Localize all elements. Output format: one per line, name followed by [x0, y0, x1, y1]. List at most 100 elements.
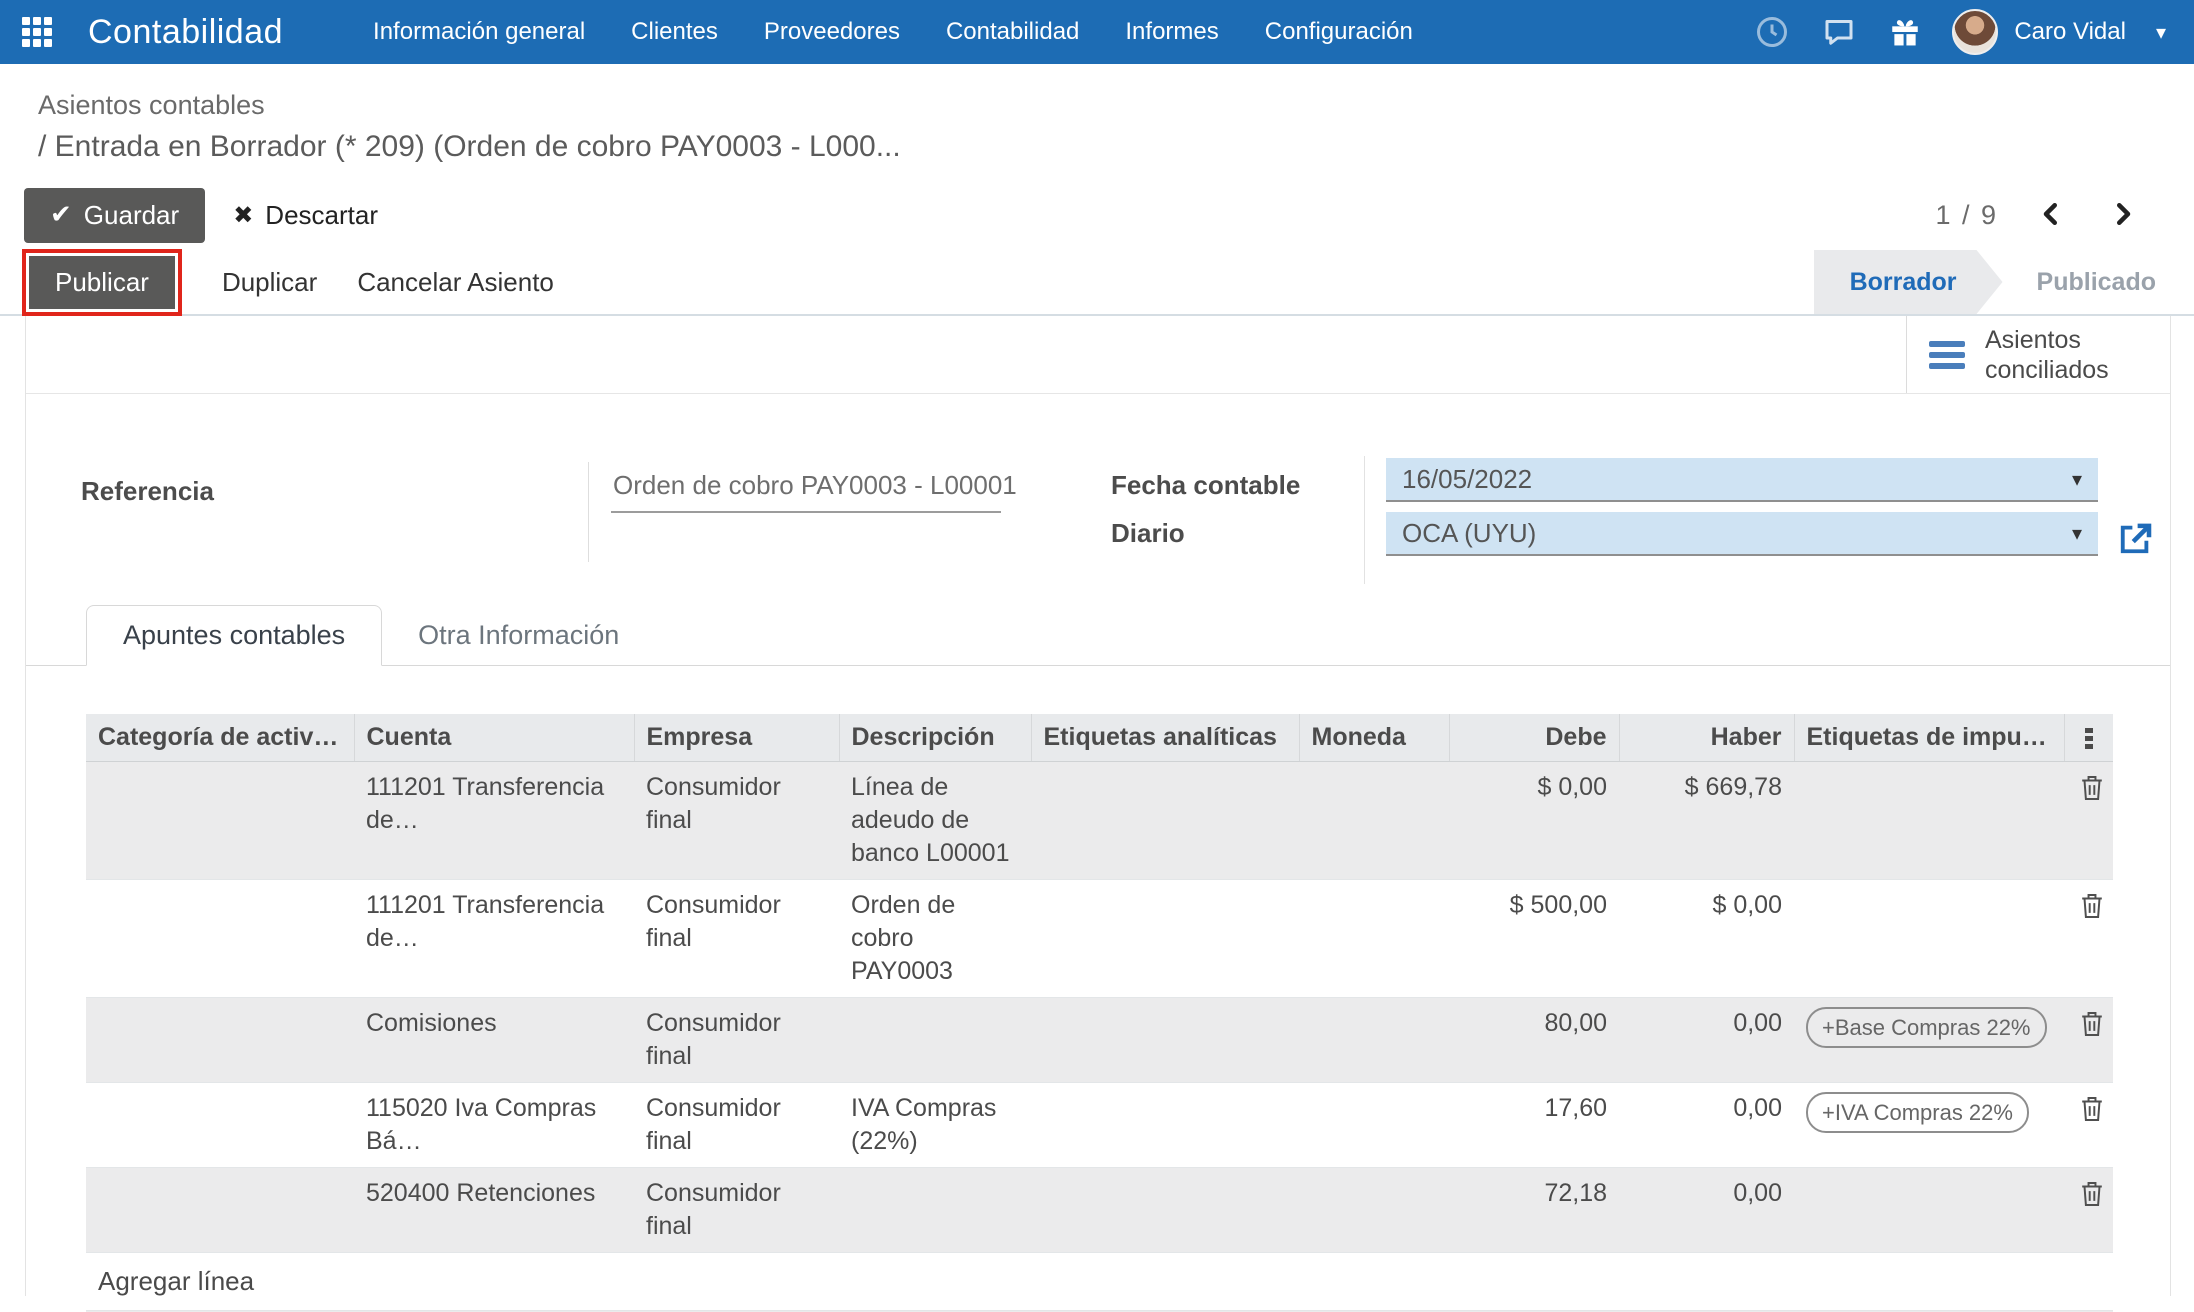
menu-contabilidad[interactable]: Contabilidad — [946, 18, 1079, 46]
save-button[interactable]: ✔ Guardar — [24, 187, 206, 243]
apps-menu-icon[interactable] — [22, 17, 52, 47]
tab-apuntes-contables[interactable]: Apuntes contables — [86, 605, 383, 666]
cell-descripcion[interactable] — [839, 1167, 1031, 1253]
menu-informes[interactable]: Informes — [1125, 18, 1218, 46]
journal-items-table-wrap: Categoría de activ… Cuenta Empresa Descripc… — [26, 666, 2170, 1312]
cell-categoria[interactable] — [86, 997, 354, 1083]
cell-moneda[interactable] — [1299, 1167, 1449, 1253]
cell-haber[interactable]: 0,00 — [1619, 1167, 1794, 1253]
breadcrumb-parent[interactable]: Asientos contables — [38, 90, 2194, 121]
cell-etiquetas-impuestos[interactable] — [1794, 879, 2064, 998]
tax-tag-pill[interactable]: +Base Compras 22% — [1806, 1007, 2047, 1048]
publish-button[interactable]: Publicar — [29, 255, 175, 309]
delete-row-button[interactable] — [2076, 771, 2108, 808]
journal-item-row[interactable]: 111201 Transferencia de… Consumidor fina… — [86, 761, 2113, 880]
referencia-input[interactable]: Orden de cobro PAY0003 - L00001 — [611, 464, 1017, 513]
cell-etiquetas-analiticas[interactable] — [1031, 1167, 1299, 1253]
duplicate-button[interactable]: Duplicar — [222, 250, 317, 314]
delete-row-button[interactable] — [2076, 1092, 2108, 1129]
main-menu: Información general Clientes Proveedores… — [373, 18, 1413, 46]
form-fields: Referencia Orden de cobro PAY0003 - L000… — [26, 394, 2170, 604]
status-step-draft[interactable]: Borrador — [1814, 250, 2003, 314]
activities-clock-icon[interactable] — [1754, 14, 1790, 50]
pager-next-button[interactable] — [2104, 199, 2142, 232]
cell-moneda[interactable] — [1299, 1082, 1449, 1168]
cell-etiquetas-analiticas[interactable] — [1031, 879, 1299, 998]
cell-categoria[interactable] — [86, 761, 354, 880]
menu-clientes[interactable]: Clientes — [631, 18, 718, 46]
messages-chat-icon[interactable] — [1820, 14, 1858, 50]
menu-proveedores[interactable]: Proveedores — [764, 18, 900, 46]
cell-etiquetas-impuestos[interactable] — [1794, 761, 2064, 880]
cell-debe[interactable]: 17,60 — [1449, 1082, 1619, 1168]
journal-item-row[interactable]: 520400 Retenciones Consumidor final 72,1… — [86, 1167, 2113, 1253]
x-icon: ✖ — [233, 201, 254, 229]
cell-empresa[interactable]: Consumidor final — [634, 1082, 839, 1168]
cell-categoria[interactable] — [86, 879, 354, 998]
cell-descripcion[interactable]: Orden de cobro PAY0003 — [839, 879, 1031, 998]
status-step-posted[interactable]: Publicado — [2003, 250, 2170, 314]
app-name[interactable]: Contabilidad — [88, 13, 283, 52]
delete-row-button[interactable] — [2076, 889, 2108, 926]
user-menu-caret-icon[interactable]: ▾ — [2156, 20, 2166, 44]
cell-descripcion[interactable]: Línea de adeudo de banco L00001 — [839, 761, 1031, 880]
column-header-5: Moneda — [1299, 714, 1450, 762]
cell-haber[interactable]: 0,00 — [1619, 997, 1794, 1083]
cell-etiquetas-impuestos[interactable]: +IVA Compras 22% — [1794, 1082, 2064, 1168]
cell-descripcion[interactable] — [839, 997, 1031, 1083]
cell-categoria[interactable] — [86, 1167, 354, 1253]
cancel-entry-button[interactable]: Cancelar Asiento — [357, 250, 554, 314]
cell-cuenta[interactable]: 115020 Iva Compras Bá… — [354, 1082, 634, 1168]
cell-debe[interactable]: $ 500,00 — [1449, 879, 1619, 998]
delete-row-button[interactable] — [2076, 1177, 2108, 1214]
user-name[interactable]: Caro Vidal — [2014, 18, 2126, 46]
cell-empresa[interactable]: Consumidor final — [634, 997, 839, 1083]
cell-etiquetas-analiticas[interactable] — [1031, 1082, 1299, 1168]
cell-debe[interactable]: 80,00 — [1449, 997, 1619, 1083]
dropdown-caret-icon: ▾ — [2071, 467, 2082, 491]
menu-informacion-general[interactable]: Información general — [373, 18, 585, 46]
cell-etiquetas-analiticas[interactable] — [1031, 761, 1299, 880]
page: Contabilidad Información general Cliente… — [0, 0, 2194, 1312]
discard-button[interactable]: ✖ Descartar — [233, 200, 378, 231]
journal-item-row[interactable]: 111201 Transferencia de… Consumidor fina… — [86, 879, 2113, 998]
cell-etiquetas-impuestos[interactable]: +Base Compras 22% — [1794, 997, 2064, 1083]
tab-otra-informacion[interactable]: Otra Información — [382, 606, 655, 665]
cell-cuenta[interactable]: 111201 Transferencia de… — [354, 761, 634, 880]
page-title: / Entrada en Borrador (* 209) (Orden de … — [38, 130, 901, 163]
tax-tag-pill[interactable]: +IVA Compras 22% — [1806, 1092, 2029, 1133]
add-line-link[interactable]: Agregar línea — [86, 1252, 2113, 1311]
cell-etiquetas-analiticas[interactable] — [1031, 997, 1299, 1083]
diario-select[interactable]: OCA (UYU) ▾ — [1386, 512, 2098, 556]
cell-descripcion[interactable]: IVA Compras (22%) — [839, 1082, 1031, 1168]
cell-haber[interactable]: $ 669,78 — [1619, 761, 1794, 880]
journal-item-row[interactable]: Comisiones Consumidor final 80,00 0,00 +… — [86, 997, 2113, 1083]
gift-icon[interactable] — [1888, 14, 1922, 50]
delete-row-button[interactable] — [2076, 1007, 2108, 1044]
menu-configuracion[interactable]: Configuración — [1265, 18, 1413, 46]
cell-moneda[interactable] — [1299, 761, 1449, 880]
pager-previous-button[interactable] — [2032, 199, 2070, 232]
cell-debe[interactable]: $ 0,00 — [1449, 761, 1619, 880]
cell-cuenta[interactable]: Comisiones — [354, 997, 634, 1083]
cell-moneda[interactable] — [1299, 879, 1449, 998]
cell-cuenta[interactable]: 520400 Retenciones — [354, 1167, 634, 1253]
cell-debe[interactable]: 72,18 — [1449, 1167, 1619, 1253]
cell-categoria[interactable] — [86, 1082, 354, 1168]
reconciled-entries-button[interactable]: Asientos conciliados — [1906, 316, 2170, 393]
fecha-contable-input[interactable]: 16/05/2022 ▾ — [1386, 458, 2098, 502]
external-link-icon[interactable] — [2114, 518, 2156, 565]
cell-etiquetas-impuestos[interactable] — [1794, 1167, 2064, 1253]
column-options-header[interactable] — [2064, 714, 2113, 762]
separator — [1364, 456, 1365, 584]
cell-empresa[interactable]: Consumidor final — [634, 761, 839, 880]
cell-empresa[interactable]: Consumidor final — [634, 879, 839, 998]
optional-columns-icon[interactable] — [2084, 727, 2093, 749]
cell-haber[interactable]: 0,00 — [1619, 1082, 1794, 1168]
user-avatar[interactable] — [1952, 9, 1999, 55]
cell-haber[interactable]: $ 0,00 — [1619, 879, 1794, 998]
journal-item-row[interactable]: 115020 Iva Compras Bá… Consumidor final … — [86, 1082, 2113, 1168]
cell-empresa[interactable]: Consumidor final — [634, 1167, 839, 1253]
cell-moneda[interactable] — [1299, 997, 1449, 1083]
cell-cuenta[interactable]: 111201 Transferencia de… — [354, 879, 634, 998]
